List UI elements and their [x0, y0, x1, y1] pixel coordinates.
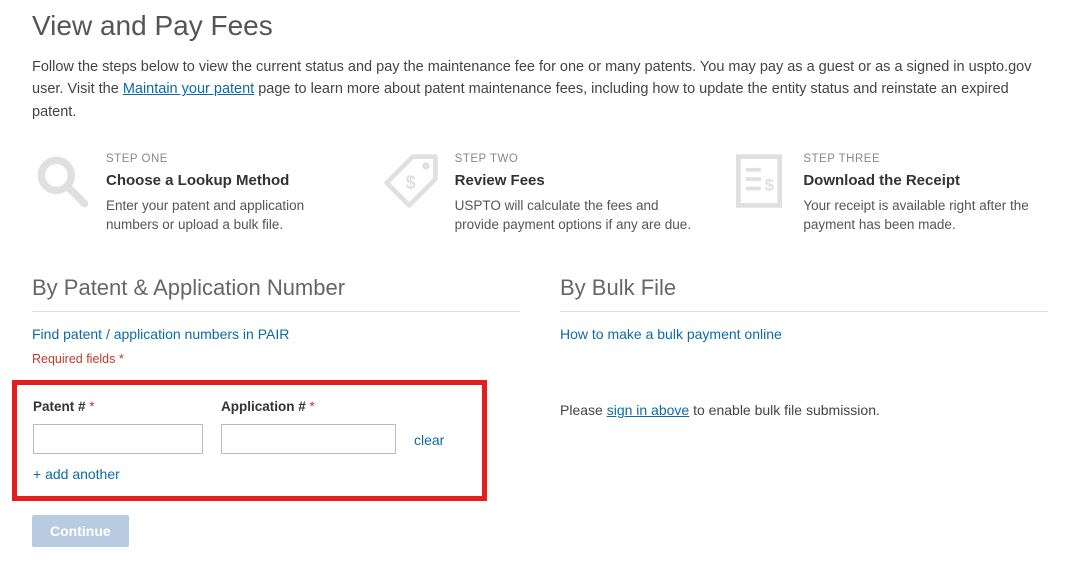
step-desc: USPTO will calculate the fees and provid… [455, 196, 700, 235]
by-patent-heading: By Patent & Application Number [32, 275, 520, 312]
by-bulk-heading: By Bulk File [560, 275, 1048, 312]
step-desc: Your receipt is available right after th… [803, 196, 1048, 235]
svg-text:$: $ [765, 176, 775, 195]
patent-number-label: Patent # * [33, 399, 203, 414]
lookup-form-highlight: Patent # * Application # * clear + add a… [12, 380, 487, 501]
svg-text:$: $ [405, 172, 416, 193]
step-label: STEP THREE [803, 151, 1048, 168]
step-desc: Enter your patent and application number… [106, 196, 351, 235]
bulk-payment-help-link[interactable]: How to make a bulk payment online [560, 326, 782, 342]
step-three: $ STEP THREE Download the Receipt Your r… [729, 151, 1048, 235]
bulk-note-pre: Please [560, 402, 607, 418]
clear-link[interactable]: clear [414, 432, 444, 448]
continue-button[interactable]: Continue [32, 515, 129, 547]
step-one: STEP ONE Choose a Lookup Method Enter yo… [32, 151, 351, 235]
step-title: Choose a Lookup Method [106, 170, 351, 192]
required-fields-note: Required fields [32, 352, 520, 366]
price-tag-icon: $ [381, 151, 441, 211]
steps-row: STEP ONE Choose a Lookup Method Enter yo… [32, 151, 1048, 235]
add-another-link[interactable]: + add another [33, 466, 120, 482]
patent-number-input[interactable] [33, 424, 203, 454]
step-label: STEP TWO [455, 151, 700, 168]
magnifier-icon [32, 151, 92, 211]
step-title: Review Fees [455, 170, 700, 192]
application-number-input[interactable] [221, 424, 396, 454]
bulk-note-post: to enable bulk file submission. [689, 402, 880, 418]
find-in-pair-link[interactable]: Find patent / application numbers in PAI… [32, 326, 289, 342]
page-title: View and Pay Fees [32, 10, 1048, 42]
sign-in-above-link[interactable]: sign in above [607, 402, 690, 418]
step-title: Download the Receipt [803, 170, 1048, 192]
step-two: $ STEP TWO Review Fees USPTO will calcul… [381, 151, 700, 235]
maintain-patent-link[interactable]: Maintain your patent [123, 81, 254, 97]
by-patent-column: By Patent & Application Number Find pate… [32, 275, 520, 547]
step-label: STEP ONE [106, 151, 351, 168]
bulk-signin-note: Please sign in above to enable bulk file… [560, 402, 1048, 418]
intro-text: Follow the steps below to view the curre… [32, 56, 1048, 123]
by-bulk-column: By Bulk File How to make a bulk payment … [560, 275, 1048, 547]
application-number-label: Application # * [221, 399, 396, 414]
receipt-icon: $ [729, 151, 789, 211]
